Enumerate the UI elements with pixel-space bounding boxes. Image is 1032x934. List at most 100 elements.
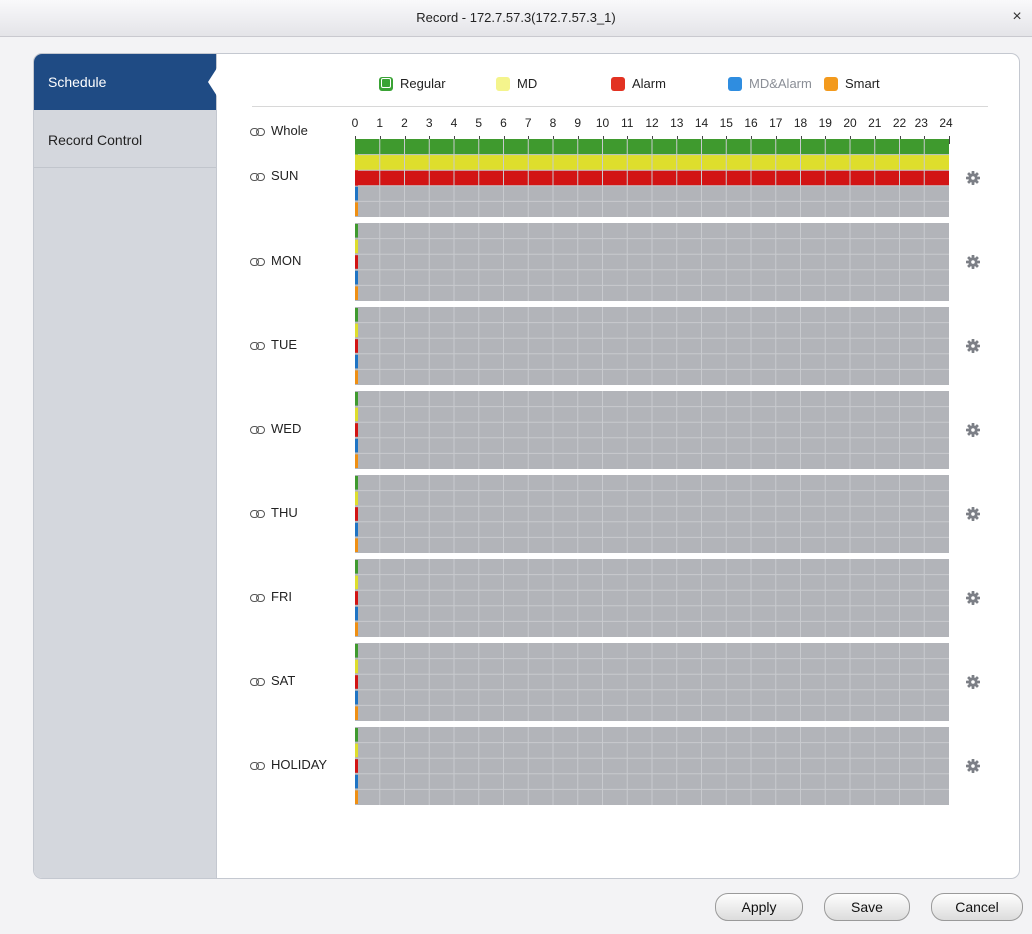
hour-label: 19	[818, 116, 832, 130]
save-button[interactable]: Save	[824, 893, 910, 921]
link-icon	[250, 761, 265, 771]
schedule-grid-tue[interactable]	[355, 307, 949, 385]
hour-label: 10	[595, 116, 610, 130]
schedule-grid-wed[interactable]	[355, 391, 949, 469]
day-label: FRI	[271, 589, 292, 604]
hour-label: 20	[843, 116, 857, 130]
type-indicator	[355, 286, 358, 300]
sidebar-item-schedule[interactable]: Schedule	[34, 54, 216, 110]
day-label: MON	[271, 253, 302, 268]
md-alarm-swatch	[728, 77, 742, 91]
hour-label: 12	[645, 116, 659, 130]
legend-label: Smart	[845, 76, 880, 91]
gear-icon[interactable]	[966, 171, 980, 185]
gear-icon[interactable]	[966, 339, 980, 353]
schedule-bars	[355, 307, 949, 385]
day-link-thu[interactable]: THU	[250, 503, 298, 523]
legend-label: Alarm	[632, 76, 666, 91]
type-indicator	[355, 659, 358, 674]
type-indicator	[355, 606, 358, 621]
day-link-mon[interactable]: MON	[250, 251, 301, 271]
type-indicator	[355, 507, 358, 521]
type-indicator	[355, 186, 358, 201]
sidebar-item-record-control[interactable]: Record Control	[34, 112, 216, 168]
smart-swatch	[824, 77, 838, 91]
schedule-bars	[355, 727, 949, 805]
type-indicator	[355, 774, 358, 789]
schedule-grid-sun[interactable]	[355, 139, 949, 217]
day-label: HOLIDAY	[271, 757, 328, 772]
hour-label: 14	[694, 116, 709, 130]
gear-glyph	[966, 507, 980, 521]
hour-label: 15	[719, 116, 733, 130]
type-indicator	[355, 560, 358, 574]
link-icon	[250, 509, 265, 519]
day-label: WED	[271, 421, 302, 436]
type-indicator	[355, 522, 358, 537]
type-indicator	[355, 407, 358, 422]
link-icon	[250, 341, 265, 351]
hour-label: 21	[868, 116, 882, 130]
hour-label: 6	[500, 116, 507, 130]
schedule-grid-holiday[interactable]	[355, 727, 949, 805]
gear-glyph	[966, 255, 980, 269]
type-indicator	[355, 675, 358, 689]
schedule-grid-mon[interactable]	[355, 223, 949, 301]
type-indicator	[355, 308, 358, 322]
gear-icon[interactable]	[966, 423, 980, 437]
gear-glyph	[966, 339, 980, 353]
sidebar-item-label: Record Control	[48, 132, 143, 148]
alarm-swatch	[611, 77, 625, 91]
apply-button[interactable]: Apply	[715, 893, 803, 921]
day-label: THU	[271, 505, 298, 520]
link-icon	[250, 425, 265, 435]
close-icon[interactable]: ×	[1008, 8, 1026, 26]
type-indicator	[355, 759, 358, 773]
hour-label: 18	[793, 116, 808, 130]
type-indicator	[355, 255, 358, 269]
day-link-fri[interactable]: FRI	[250, 587, 292, 607]
gear-icon[interactable]	[966, 507, 980, 521]
hour-label: 1	[376, 116, 384, 130]
day-link-tue[interactable]: TUE	[250, 335, 297, 355]
day-link-holiday[interactable]: HOLIDAY	[250, 755, 327, 775]
gear-icon[interactable]	[966, 255, 980, 269]
hour-label: 17	[769, 116, 783, 130]
hour-label: 2	[401, 116, 408, 130]
type-indicator	[355, 575, 358, 590]
schedule-grid-thu[interactable]	[355, 475, 949, 553]
day-label: SAT	[271, 673, 296, 688]
gear-icon[interactable]	[966, 591, 980, 605]
schedule-bars	[355, 643, 949, 721]
schedule-grid-fri[interactable]	[355, 559, 949, 637]
schedule-bars	[355, 475, 949, 553]
type-indicator	[355, 591, 358, 605]
day-link-wed[interactable]: WED	[250, 419, 301, 439]
legend-label: MD&Alarm	[749, 76, 812, 91]
gear-icon[interactable]	[966, 759, 980, 773]
type-indicator	[355, 743, 358, 758]
hour-label: 0	[351, 116, 359, 130]
sidebar-item-label: Schedule	[48, 74, 107, 90]
hour-label: 23	[914, 116, 928, 130]
type-indicator	[355, 224, 358, 238]
gear-icon[interactable]	[966, 675, 980, 689]
schedule-grid-sat[interactable]	[355, 643, 949, 721]
hour-label: 13	[670, 116, 684, 130]
cancel-button[interactable]: Cancel	[931, 893, 1023, 921]
day-link-sun[interactable]: SUN	[250, 166, 298, 186]
hour-label: 4	[450, 116, 458, 130]
link-icon	[250, 172, 265, 182]
gear-glyph	[966, 675, 980, 689]
main-panel: Schedule Record Control Regular MD Alarm…	[33, 53, 1020, 879]
type-indicator	[355, 323, 358, 338]
day-link-sat[interactable]: SAT	[250, 671, 295, 691]
md-swatch	[496, 77, 510, 91]
window-title: Record - 172.7.57.3(172.7.57.3_1)	[416, 10, 616, 25]
checkbox-icon	[381, 78, 391, 88]
link-icon	[250, 257, 265, 267]
type-indicator	[355, 491, 358, 506]
hour-label: 11	[621, 116, 634, 130]
type-indicator	[355, 476, 358, 490]
whole-link[interactable]: Whole	[250, 122, 308, 140]
